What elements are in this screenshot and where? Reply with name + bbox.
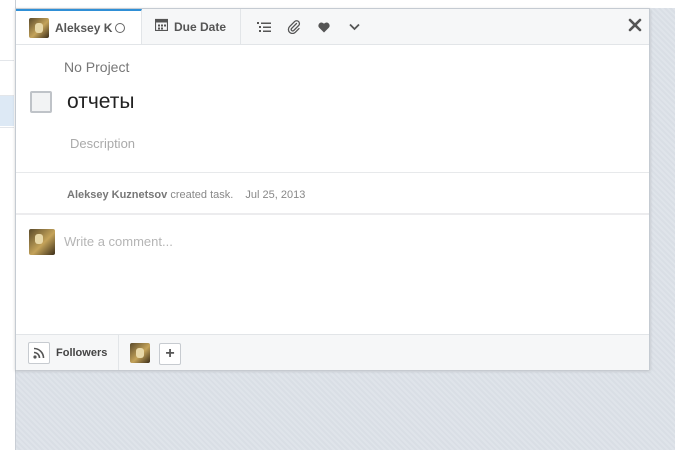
heart-icon[interactable] — [315, 18, 333, 36]
workspace-background-right — [651, 8, 675, 372]
attachment-icon[interactable] — [285, 18, 303, 36]
assignee-name: Aleksey K — [55, 20, 113, 35]
commenter-avatar — [29, 229, 55, 255]
activity-action: created task. — [170, 189, 234, 201]
list-divider — [0, 95, 14, 96]
task-title[interactable]: отчеты — [67, 90, 134, 114]
followers-bar: Followers + — [16, 334, 649, 370]
add-follower-button[interactable]: + — [159, 343, 181, 365]
divider — [118, 335, 119, 370]
followers-button[interactable]: Followers — [28, 342, 107, 364]
close-icon[interactable] — [628, 18, 642, 32]
activity-author[interactable]: Aleksey Kuznetsov — [67, 189, 167, 201]
divider — [16, 172, 649, 173]
app-top-strip — [0, 0, 675, 8]
selected-task-edge[interactable] — [0, 96, 14, 126]
app-sidebar-edge — [0, 0, 16, 450]
follower-avatar[interactable] — [130, 343, 150, 363]
due-date-label: Due Date — [174, 19, 227, 34]
subtasks-icon[interactable] — [255, 18, 273, 36]
workspace-background — [16, 372, 675, 450]
task-toolbar: Aleksey K Due Date — [16, 9, 649, 45]
list-divider — [0, 60, 14, 61]
activity-story: Aleksey Kuznetsov created task. Jul 25, … — [67, 189, 305, 201]
assignee-avatar — [29, 17, 49, 38]
calendar-icon — [154, 18, 169, 36]
due-date-button[interactable]: Due Date — [143, 9, 241, 44]
followers-label: Followers — [56, 347, 108, 359]
assignee-remove-icon[interactable] — [115, 22, 126, 33]
comment-input[interactable] — [62, 233, 626, 250]
rss-icon — [28, 342, 50, 364]
chevron-down-icon[interactable] — [345, 18, 363, 36]
divider — [16, 213, 649, 215]
task-details-pane: Aleksey K Due Date No Project отчеты Des… — [15, 8, 650, 370]
assignee-button[interactable]: Aleksey K — [16, 9, 142, 44]
list-divider — [0, 127, 14, 128]
task-complete-checkbox[interactable] — [30, 91, 52, 113]
activity-date: Jul 25, 2013 — [245, 189, 306, 201]
task-description-field[interactable]: Description — [70, 136, 135, 151]
project-selector[interactable]: No Project — [64, 59, 129, 75]
